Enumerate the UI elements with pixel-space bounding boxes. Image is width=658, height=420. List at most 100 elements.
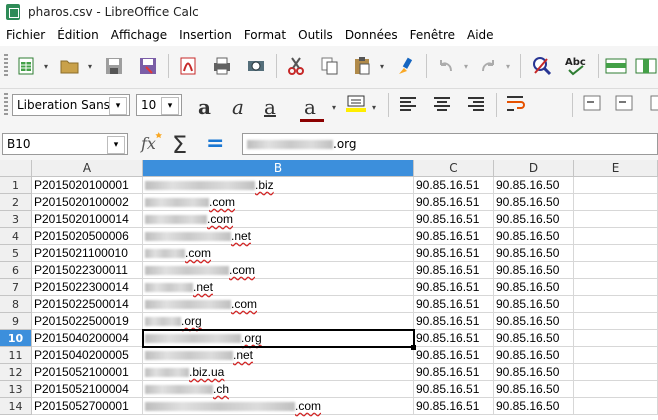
menu-edition[interactable]: Édition bbox=[57, 28, 99, 42]
align-right-icon[interactable] bbox=[464, 91, 488, 115]
menu-affichage[interactable]: Affichage bbox=[111, 28, 167, 42]
name-box[interactable]: B10 ▾ bbox=[2, 133, 128, 155]
column-header-a[interactable]: A bbox=[32, 160, 143, 177]
row-header[interactable]: 14 bbox=[0, 398, 32, 415]
select-all-corner[interactable] bbox=[0, 160, 32, 177]
cell-a[interactable]: P2015040200005 bbox=[32, 347, 143, 364]
cell-a[interactable]: P2015020100001 bbox=[32, 177, 143, 194]
paste-icon[interactable]: ▾ bbox=[350, 54, 384, 78]
cell-e[interactable] bbox=[574, 398, 658, 415]
cell-c[interactable]: 90.85.16.51 bbox=[414, 211, 494, 228]
underline-icon[interactable]: a bbox=[264, 95, 276, 119]
menu-fichier[interactable]: Fichier bbox=[6, 28, 45, 42]
cell-a[interactable]: P2015021100010 bbox=[32, 245, 143, 262]
align-left-icon[interactable] bbox=[396, 91, 420, 115]
print-icon[interactable] bbox=[210, 54, 234, 78]
cell-d[interactable]: 90.85.16.50 bbox=[494, 228, 574, 245]
clone-formatting-icon[interactable] bbox=[394, 54, 418, 78]
cell-d[interactable]: 90.85.16.50 bbox=[494, 313, 574, 330]
cell-d[interactable]: 90.85.16.50 bbox=[494, 347, 574, 364]
cell-b[interactable]: .com bbox=[143, 262, 414, 279]
font-name-combo[interactable]: Liberation Sans ▾ bbox=[12, 94, 130, 116]
cell-c[interactable]: 90.85.16.51 bbox=[414, 194, 494, 211]
row-header[interactable]: 1 bbox=[0, 177, 32, 194]
cell-c[interactable]: 90.85.16.51 bbox=[414, 296, 494, 313]
undo-icon[interactable]: ▾ bbox=[434, 54, 468, 78]
cell-d[interactable]: 90.85.16.50 bbox=[494, 364, 574, 381]
cell-a[interactable]: P2015020500006 bbox=[32, 228, 143, 245]
row-header[interactable]: 5 bbox=[0, 245, 32, 262]
cell-c[interactable]: 90.85.16.51 bbox=[414, 279, 494, 296]
row-header[interactable]: 7 bbox=[0, 279, 32, 296]
sum-icon[interactable]: Σ bbox=[172, 131, 187, 159]
cell-e[interactable] bbox=[574, 194, 658, 211]
cell-d[interactable]: 90.85.16.50 bbox=[494, 381, 574, 398]
cell-c[interactable]: 90.85.16.51 bbox=[414, 330, 494, 347]
row-icon[interactable] bbox=[604, 54, 628, 78]
column-header-e[interactable]: E bbox=[574, 160, 658, 177]
cell-b[interactable]: .com bbox=[143, 245, 414, 262]
cell-d[interactable]: 90.85.16.50 bbox=[494, 279, 574, 296]
column-header-b[interactable]: B bbox=[143, 160, 414, 177]
bold-icon[interactable]: a bbox=[198, 95, 211, 119]
cell-c[interactable]: 90.85.16.51 bbox=[414, 381, 494, 398]
wrap-text-icon[interactable] bbox=[504, 91, 528, 115]
row-header[interactable]: 9 bbox=[0, 313, 32, 330]
cell-a[interactable]: P2015022500019 bbox=[32, 313, 143, 330]
redo-icon[interactable]: ▾ bbox=[476, 54, 510, 78]
menu-donnees[interactable]: Données bbox=[345, 28, 398, 42]
cell-b[interactable]: .com bbox=[143, 194, 414, 211]
row-header[interactable]: 3 bbox=[0, 211, 32, 228]
cell-d[interactable]: 90.85.16.50 bbox=[494, 398, 574, 415]
cut-icon[interactable] bbox=[284, 54, 308, 78]
cell-c[interactable]: 90.85.16.51 bbox=[414, 313, 494, 330]
cell-b[interactable]: .biz bbox=[143, 177, 414, 194]
cell-e[interactable] bbox=[574, 228, 658, 245]
spellcheck-icon[interactable]: Abc bbox=[564, 54, 588, 78]
cell-a[interactable]: P2015020100002 bbox=[32, 194, 143, 211]
cell-b[interactable]: .com bbox=[143, 211, 414, 228]
row-header[interactable]: 4 bbox=[0, 228, 32, 245]
cell-c[interactable]: 90.85.16.51 bbox=[414, 262, 494, 279]
column-header-d[interactable]: D bbox=[494, 160, 574, 177]
row-header[interactable]: 11 bbox=[0, 347, 32, 364]
cell-e[interactable] bbox=[574, 245, 658, 262]
row-header[interactable]: 10 bbox=[0, 330, 32, 347]
open-folder-icon[interactable]: ▾ bbox=[58, 54, 92, 78]
spreadsheet-grid[interactable]: A B C D E 1 P2015020100001 .biz 90.85.16.51… bbox=[0, 160, 658, 420]
cell-b[interactable]: .org bbox=[143, 330, 414, 347]
cell-e[interactable] bbox=[574, 381, 658, 398]
formula-input[interactable]: .org bbox=[242, 133, 658, 155]
cell-a[interactable]: P2015020100014 bbox=[32, 211, 143, 228]
row-header[interactable]: 2 bbox=[0, 194, 32, 211]
cell-c[interactable]: 90.85.16.51 bbox=[414, 347, 494, 364]
chevron-down-icon[interactable]: ▾ bbox=[109, 97, 127, 115]
cell-d[interactable]: 90.85.16.50 bbox=[494, 262, 574, 279]
cell-e[interactable] bbox=[574, 262, 658, 279]
toolbar-grip[interactable] bbox=[4, 54, 8, 78]
cell-a[interactable]: P2015052100004 bbox=[32, 381, 143, 398]
cell-d[interactable]: 90.85.16.50 bbox=[494, 245, 574, 262]
print-preview-icon[interactable] bbox=[244, 54, 268, 78]
new-spreadsheet-icon[interactable]: ▾ bbox=[14, 54, 48, 78]
cell-e[interactable] bbox=[574, 296, 658, 313]
save-as-icon[interactable] bbox=[136, 54, 160, 78]
font-size-combo[interactable]: 10 ▾ bbox=[136, 94, 182, 116]
cell-b[interactable]: .org bbox=[143, 313, 414, 330]
cell-d[interactable]: 90.85.16.50 bbox=[494, 194, 574, 211]
chevron-down-icon[interactable]: ▾ bbox=[161, 97, 179, 115]
column-header-c[interactable]: C bbox=[414, 160, 494, 177]
cell-b[interactable]: .com bbox=[143, 296, 414, 313]
row-header[interactable]: 8 bbox=[0, 296, 32, 313]
highlight-color-icon[interactable] bbox=[344, 91, 368, 115]
merge-cells-icon[interactable] bbox=[580, 91, 604, 115]
align-center-icon[interactable] bbox=[430, 91, 454, 115]
fill-handle[interactable] bbox=[411, 345, 416, 350]
find-replace-icon[interactable] bbox=[530, 54, 554, 78]
cell-e[interactable] bbox=[574, 177, 658, 194]
cell-c[interactable]: 90.85.16.51 bbox=[414, 398, 494, 415]
cell-c[interactable]: 90.85.16.51 bbox=[414, 228, 494, 245]
row-header[interactable]: 6 bbox=[0, 262, 32, 279]
cell-a[interactable]: P2015040200004 bbox=[32, 330, 143, 347]
cell-c[interactable]: 90.85.16.51 bbox=[414, 364, 494, 381]
